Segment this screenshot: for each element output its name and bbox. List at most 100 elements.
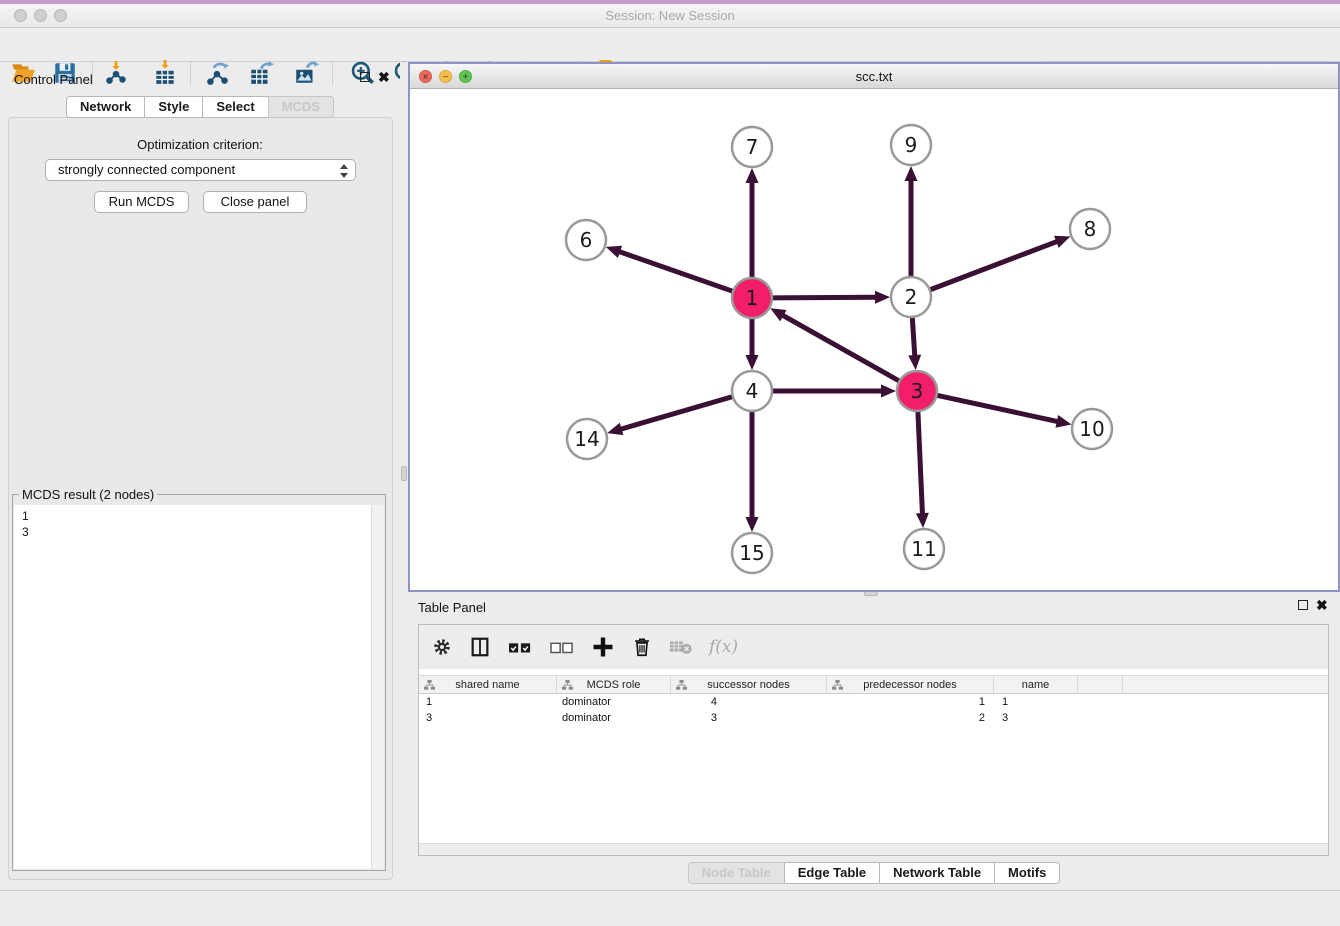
graph-edge-arrowhead [746,355,759,370]
graph-edge-arrowhead [1054,236,1070,248]
tab-node-table[interactable]: Node Table [688,862,785,884]
network-canvas[interactable]: 7968124314101511 [410,89,1338,590]
tab-select[interactable]: Select [202,96,268,118]
graph-node-label: 4 [746,379,759,403]
network-window-titlebar: × − + scc.txt [410,64,1338,89]
tab-mcds[interactable]: MCDS [268,96,334,118]
criterion-select[interactable]: strongly connected component [45,159,356,181]
column-header-mcds-role[interactable]: MCDS role [557,676,671,693]
column-type-icon [562,680,573,691]
tab-network-table[interactable]: Network Table [879,862,995,884]
import-table-icon[interactable] [152,60,178,86]
graph-node-label: 8 [1084,217,1097,241]
export-table-icon[interactable] [248,60,274,86]
toolbar-separator [190,61,191,85]
control-panel-title: Control Panel [14,72,93,87]
table-horizontal-scrollbar[interactable] [419,843,1328,855]
toolbar-separator [332,61,333,85]
vertical-splitter[interactable] [400,62,408,890]
mcds-result-title: MCDS result (2 nodes) [19,487,157,502]
table-panel-title: Table Panel [418,600,486,615]
add-column-icon[interactable] [591,635,615,659]
tab-edge-table[interactable]: Edge Table [784,862,880,884]
window-title: Session: New Session [0,8,1340,23]
run-mcds-button[interactable]: Run MCDS [94,191,189,213]
network-window-title: scc.txt [410,69,1338,84]
table-panel-tabs: Node Table Edge Table Network Table Moti… [408,862,1340,884]
graph-node-label: 7 [746,135,759,159]
table-row[interactable]: 1 dominator 4 1 1 [419,694,1328,710]
cell-shared-name[interactable]: 1 [419,694,557,710]
tab-style[interactable]: Style [144,96,203,118]
table-row[interactable]: 3 dominator 3 2 3 [419,710,1328,726]
deselect-all-columns-icon[interactable] [549,636,575,658]
cell-predecessor-nodes[interactable]: 1 [827,694,994,710]
select-all-columns-icon[interactable] [507,636,533,658]
float-panel-icon[interactable] [1298,600,1308,610]
table-panel-buttons: ✖ [1298,600,1328,610]
graph-edge-1-2[interactable] [770,297,877,298]
window-accent-strip [0,0,1340,4]
graph-edge-3-1[interactable] [782,315,902,382]
export-network-icon[interactable] [205,60,231,86]
cell-successor-nodes[interactable]: 4 [671,694,827,710]
network-graph[interactable]: 7968124314101511 [410,89,1338,590]
table-header-row: shared name MCDS role [419,675,1328,694]
graph-edge-4-14[interactable] [620,396,735,429]
status-bar: Memory [0,890,1340,926]
import-network-icon[interactable] [103,60,129,86]
graph-edge-arrowhead [905,166,918,181]
close-panel-icon[interactable]: ✖ [378,72,390,82]
graph-node-label: 10 [1079,417,1104,441]
column-header-shared-name[interactable]: shared name [419,676,557,693]
column-type-icon [424,680,435,691]
column-header-predecessor-nodes[interactable]: predecessor nodes [827,676,994,693]
graph-edge-3-10[interactable] [935,395,1059,422]
cell-predecessor-nodes[interactable]: 2 [827,710,994,726]
select-stepper-icon [339,163,349,179]
graph-node-label: 2 [905,285,918,309]
graph-edge-arrowhead [908,355,921,370]
delete-column-icon[interactable] [631,635,653,659]
graph-edge-arrowhead [746,168,759,183]
mcds-result-scrollbar[interactable] [371,505,384,869]
cell-mcds-role[interactable]: dominator [557,710,671,726]
graph-edge-3-11[interactable] [918,409,923,515]
cell-mcds-role[interactable]: dominator [557,694,671,710]
cell-successor-nodes[interactable]: 3 [671,710,827,726]
control-panel-tabs: Network Style Select MCDS [0,96,400,118]
column-type-icon [832,680,843,691]
column-header-filler [1078,676,1123,693]
export-image-icon[interactable] [293,60,319,86]
optimization-criterion-label: Optimization criterion: [0,137,400,152]
cell-shared-name[interactable]: 3 [419,710,557,726]
control-panel-buttons: ✖ [360,72,390,82]
graph-edge-arrowhead [1055,415,1071,428]
graph-node-label: 11 [911,537,936,561]
settings-gear-icon[interactable] [431,636,453,658]
close-panel-icon[interactable]: ✖ [1316,600,1328,610]
graph-edge-2-3[interactable] [912,315,915,357]
close-panel-button[interactable]: Close panel [203,191,307,213]
delete-table-icon [669,637,693,657]
tab-motifs[interactable]: Motifs [994,862,1060,884]
splitter-grip[interactable] [401,466,407,481]
float-panel-icon[interactable] [360,72,370,82]
graph-edge-arrowhead [875,291,890,304]
column-layout-icon[interactable] [469,636,491,658]
mcds-result-area[interactable]: 1 3 [14,505,384,869]
tab-network[interactable]: Network [66,96,145,118]
function-builder-icon: f(x) [709,637,738,657]
cell-name[interactable]: 3 [994,710,1078,726]
graph-edge-2-8[interactable] [928,241,1058,291]
graph-node-label: 9 [905,133,918,157]
column-header-name[interactable]: name [994,676,1078,693]
graph-node-label: 1 [746,286,759,310]
graph-edge-arrowhead [607,423,623,435]
node-table: shared name MCDS role [419,675,1328,726]
graph-edge-1-6[interactable] [618,251,735,292]
column-header-successor-nodes[interactable]: successor nodes [671,676,827,693]
graph-edge-arrowhead [606,246,622,258]
cell-name[interactable]: 1 [994,694,1078,710]
graph-edge-arrowhead [746,517,759,532]
